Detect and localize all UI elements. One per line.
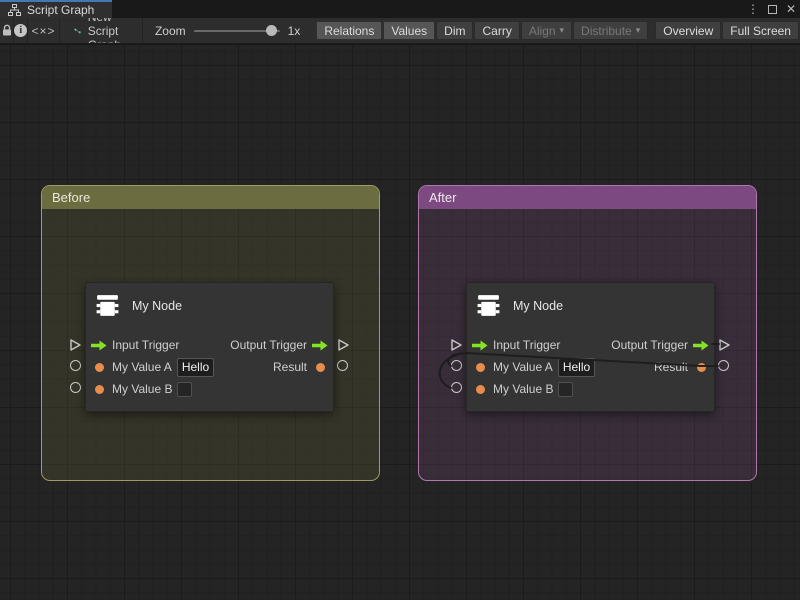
node-header: My Node: [475, 292, 563, 319]
toolbar-buttons: Relations Values Dim Carry Align ▾ Distr…: [310, 18, 800, 43]
relations-button[interactable]: Relations: [316, 21, 382, 40]
tab-title: Script Graph: [27, 3, 94, 17]
overview-button[interactable]: Overview: [655, 21, 721, 40]
port-my-value-a[interactable]: My Value A Hello: [472, 357, 595, 377]
node-title: My Node: [132, 299, 182, 313]
port-result[interactable]: Result: [649, 357, 709, 377]
lock-icon: [1, 24, 13, 37]
unit-node-icon: [94, 292, 121, 319]
zoom-slider[interactable]: [194, 30, 280, 32]
value-input-port[interactable]: [70, 360, 81, 371]
value-output-port[interactable]: [337, 360, 348, 371]
hollow-triangle-icon: [336, 338, 350, 352]
value-input-port[interactable]: [451, 382, 462, 393]
graph-wire-icon: [74, 24, 81, 38]
value-dot-icon: [91, 385, 107, 394]
overflow-menu-icon[interactable]: ⋮: [747, 3, 759, 15]
hierarchy-icon: [8, 4, 21, 16]
script-graph-window: Script Graph ⋮ ✕ i <×>: [0, 0, 800, 600]
hollow-triangle-icon: [68, 338, 82, 352]
value-b-checkbox[interactable]: [558, 382, 573, 397]
full-screen-button[interactable]: Full Screen: [722, 21, 799, 40]
value-dot-icon: [472, 363, 488, 372]
zoom-slider-handle[interactable]: [266, 25, 277, 36]
hollow-triangle-icon: [717, 338, 731, 352]
chevron-down-icon: ▾: [636, 25, 641, 36]
port-result[interactable]: Result: [268, 357, 328, 377]
control-input-port[interactable]: [68, 338, 82, 357]
port-my-value-b[interactable]: My Value B: [472, 379, 573, 399]
value-dot-icon: [472, 385, 488, 394]
lock-button[interactable]: [0, 18, 13, 43]
port-input-trigger[interactable]: Input Trigger: [91, 335, 184, 355]
code-toggle-button[interactable]: <×>: [28, 18, 58, 43]
control-output-port[interactable]: [717, 338, 731, 357]
control-output-port[interactable]: [336, 338, 350, 357]
node-my-node-before[interactable]: My Node Input Trigger Output Trigger My …: [85, 282, 334, 412]
graph-name-text: New Script Graph: [88, 18, 130, 44]
port-my-value-b[interactable]: My Value B: [91, 379, 192, 399]
port-output-trigger[interactable]: Output Trigger: [225, 335, 328, 355]
port-my-value-a[interactable]: My Value A Hello: [91, 357, 214, 377]
trigger-arrow-icon: [472, 340, 488, 351]
hollow-triangle-icon: [449, 338, 463, 352]
dim-button[interactable]: Dim: [436, 21, 473, 40]
value-input-port[interactable]: [70, 382, 81, 393]
info-button[interactable]: i: [14, 18, 27, 43]
trigger-arrow-icon: [693, 340, 709, 351]
zoom-value: 1x: [288, 24, 301, 38]
group-before-header[interactable]: Before: [42, 186, 379, 209]
control-input-port[interactable]: [449, 338, 463, 357]
info-icon: i: [14, 24, 27, 37]
trigger-arrow-icon: [312, 340, 328, 351]
port-output-trigger[interactable]: Output Trigger: [606, 335, 709, 355]
value-a-input[interactable]: Hello: [177, 358, 214, 377]
close-icon[interactable]: ✕: [786, 3, 796, 15]
code-toggle-icon: <×>: [31, 24, 55, 38]
value-dot-icon: [312, 363, 328, 372]
zoom-control: Zoom 1x: [143, 24, 310, 38]
unit-node-icon: [475, 292, 502, 319]
value-b-checkbox[interactable]: [177, 382, 192, 397]
value-output-port[interactable]: [718, 360, 729, 371]
zoom-label: Zoom: [155, 24, 186, 38]
graph-toolbar: i <×> New Script Graph Zoom 1x Relations: [0, 18, 800, 44]
tab-bar: Script Graph ⋮ ✕: [0, 0, 800, 18]
value-dot-icon: [91, 363, 107, 372]
graph-name-label: New Script Graph: [60, 18, 142, 44]
graph-canvas[interactable]: Before After: [0, 45, 800, 600]
window-controls: ⋮ ✕: [747, 0, 796, 18]
value-input-port[interactable]: [451, 360, 462, 371]
trigger-arrow-icon: [91, 340, 107, 351]
group-after-header[interactable]: After: [419, 186, 756, 209]
value-a-input[interactable]: Hello: [558, 358, 595, 377]
port-input-trigger[interactable]: Input Trigger: [472, 335, 565, 355]
node-title: My Node: [513, 299, 563, 313]
node-my-node-after[interactable]: My Node Input Trigger Output Trigger My …: [466, 282, 715, 412]
value-dot-icon: [693, 363, 709, 372]
maximize-icon[interactable]: [768, 5, 777, 14]
chevron-down-icon: ▾: [560, 25, 565, 36]
carry-button[interactable]: Carry: [474, 21, 519, 40]
node-header: My Node: [94, 292, 182, 319]
tab-script-graph[interactable]: Script Graph: [0, 0, 112, 18]
align-button[interactable]: Align ▾: [521, 21, 572, 40]
distribute-button[interactable]: Distribute ▾: [573, 21, 648, 40]
values-button[interactable]: Values: [383, 21, 435, 40]
